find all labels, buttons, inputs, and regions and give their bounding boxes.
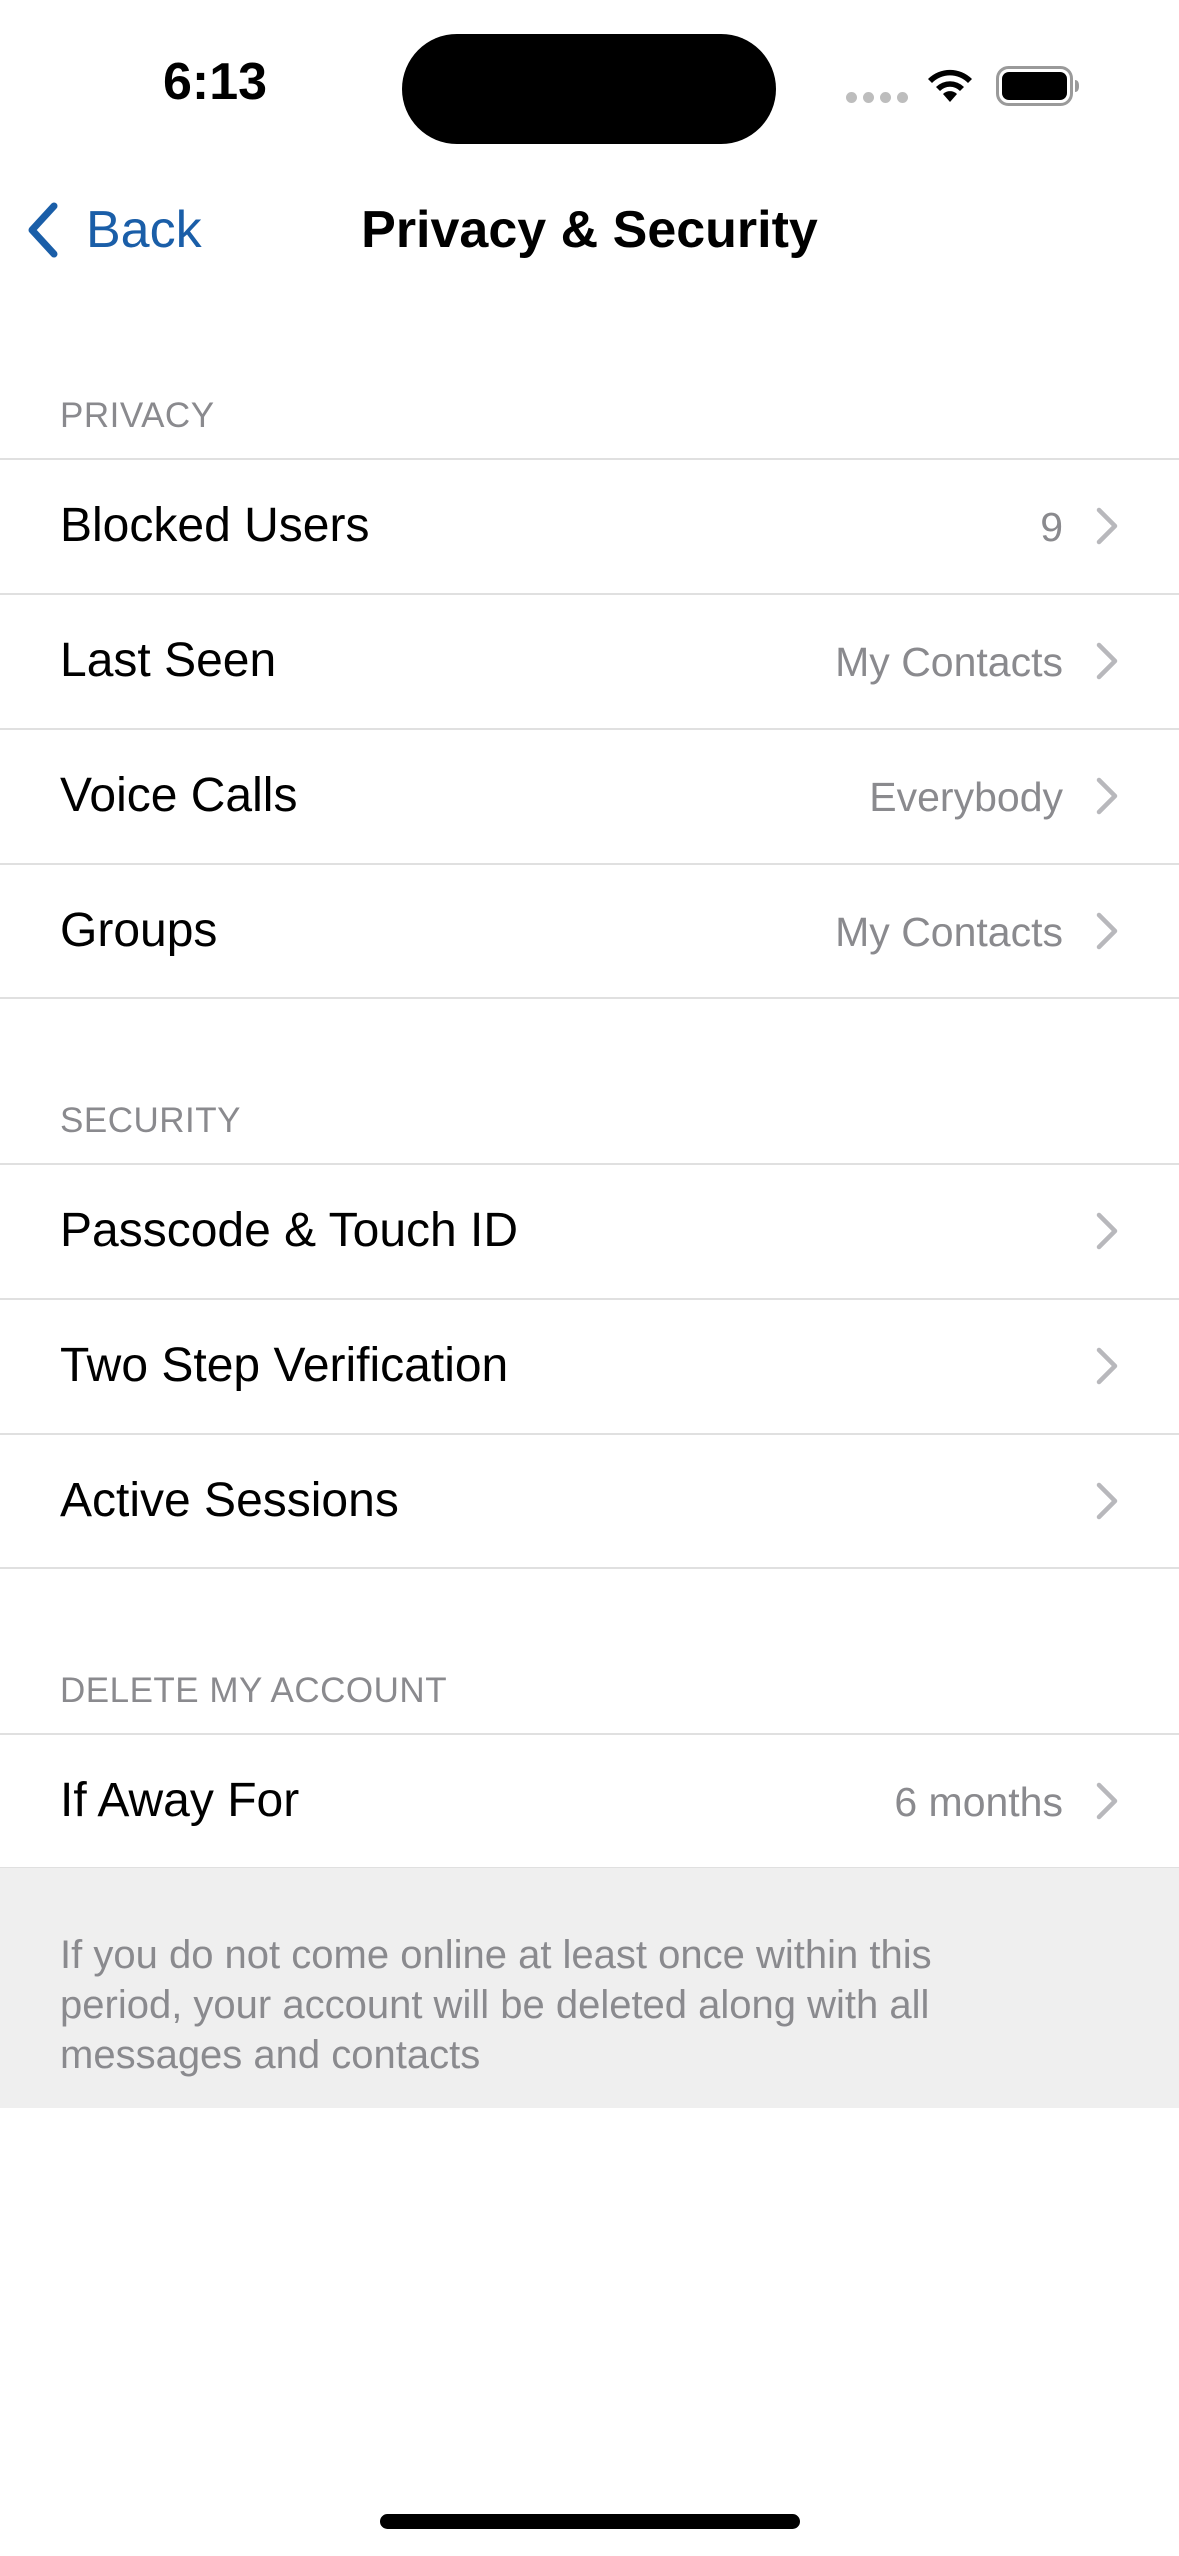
row-value: Everybody [869, 774, 1063, 820]
chevron-right-icon [1096, 777, 1118, 815]
row-label: Active Sessions [60, 1474, 399, 1527]
section-header-security: SECURITY [60, 1101, 241, 1140]
chevron-right-icon [1096, 1482, 1118, 1520]
row-voice-calls[interactable]: Voice Calls Everybody [0, 728, 1179, 862]
section-header-privacy: PRIVACY [60, 396, 215, 435]
navigation-bar: Back Privacy & Security [0, 175, 1179, 283]
row-if-away-for[interactable]: If Away For 6 months [0, 1733, 1179, 1869]
chevron-right-icon [1096, 912, 1118, 950]
row-label: Voice Calls [60, 769, 298, 822]
signal-icon [846, 92, 908, 103]
row-active-sessions[interactable]: Active Sessions [0, 1433, 1179, 1569]
delete-account-footer: If you do not come online at least once … [0, 1868, 1179, 2108]
row-groups[interactable]: Groups My Contacts [0, 863, 1179, 999]
row-label: Two Step Verification [60, 1339, 509, 1392]
chevron-right-icon [1096, 1782, 1118, 1820]
row-value: 6 months [894, 1779, 1063, 1825]
status-bar: 6:13 [0, 0, 1179, 175]
row-label: Blocked Users [60, 499, 370, 552]
chevron-right-icon [1096, 642, 1118, 680]
home-indicator[interactable] [380, 2514, 800, 2529]
row-passcode-touch-id[interactable]: Passcode & Touch ID [0, 1163, 1179, 1297]
chevron-right-icon [1096, 1212, 1118, 1250]
row-blocked-users[interactable]: Blocked Users 9 [0, 458, 1179, 592]
chevron-right-icon [1096, 507, 1118, 545]
row-value: My Contacts [835, 909, 1063, 955]
row-label: If Away For [60, 1774, 300, 1827]
row-label: Last Seen [60, 634, 277, 687]
dynamic-island [402, 34, 776, 144]
row-two-step-verification[interactable]: Two Step Verification [0, 1298, 1179, 1432]
chevron-right-icon [1096, 1347, 1118, 1385]
battery-icon [996, 66, 1079, 106]
row-value: 9 [1040, 504, 1063, 550]
row-value: My Contacts [835, 639, 1063, 685]
section-header-delete-account: DELETE MY ACCOUNT [60, 1671, 448, 1710]
footer-text: If you do not come online at least once … [60, 1933, 932, 2077]
row-label: Groups [60, 904, 218, 957]
status-time: 6:13 [163, 53, 268, 111]
row-label: Passcode & Touch ID [60, 1204, 519, 1257]
wifi-icon [928, 69, 972, 102]
page-title: Privacy & Security [361, 201, 818, 259]
row-last-seen[interactable]: Last Seen My Contacts [0, 593, 1179, 727]
